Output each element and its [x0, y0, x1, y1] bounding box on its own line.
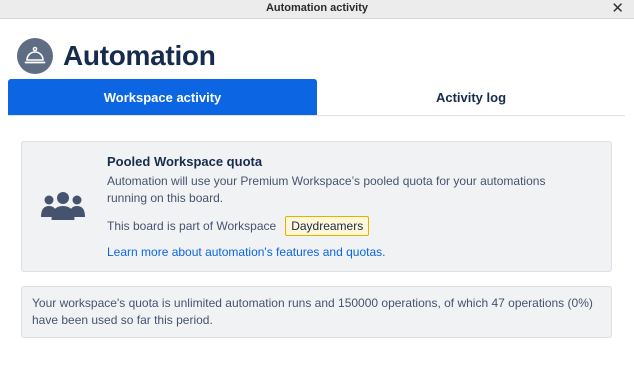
- workspace-prefix: This board is part of Workspace: [107, 219, 277, 233]
- close-icon[interactable]: ✕: [611, 1, 624, 16]
- quota-heading: Pooled Workspace quota: [107, 154, 263, 169]
- quota-card-body: Pooled Workspace quota Automation will u…: [107, 153, 587, 261]
- learn-more-link[interactable]: Learn more about automation's features a…: [107, 245, 385, 259]
- page-header: Automation: [17, 38, 216, 74]
- tab-workspace-activity[interactable]: Workspace activity: [8, 79, 317, 115]
- usage-summary: Your workspace's quota is unlimited auto…: [21, 286, 612, 338]
- workspace-line: This board is part of Workspace Daydream…: [107, 216, 587, 236]
- window-titlebar: Automation activity ✕: [0, 0, 634, 19]
- workspace-name-badge[interactable]: Daydreamers: [285, 216, 370, 236]
- team-icon: [40, 191, 86, 226]
- tab-activity-log[interactable]: Activity log: [317, 79, 625, 115]
- concierge-bell-icon: [17, 38, 53, 74]
- window-title: Automation activity: [265, 2, 369, 14]
- tab-bar: Workspace activity Activity log: [8, 79, 625, 116]
- page-title: Automation: [63, 40, 216, 71]
- quota-description: Automation will use your Premium Workspa…: [107, 174, 546, 205]
- pooled-quota-card: Pooled Workspace quota Automation will u…: [21, 141, 612, 272]
